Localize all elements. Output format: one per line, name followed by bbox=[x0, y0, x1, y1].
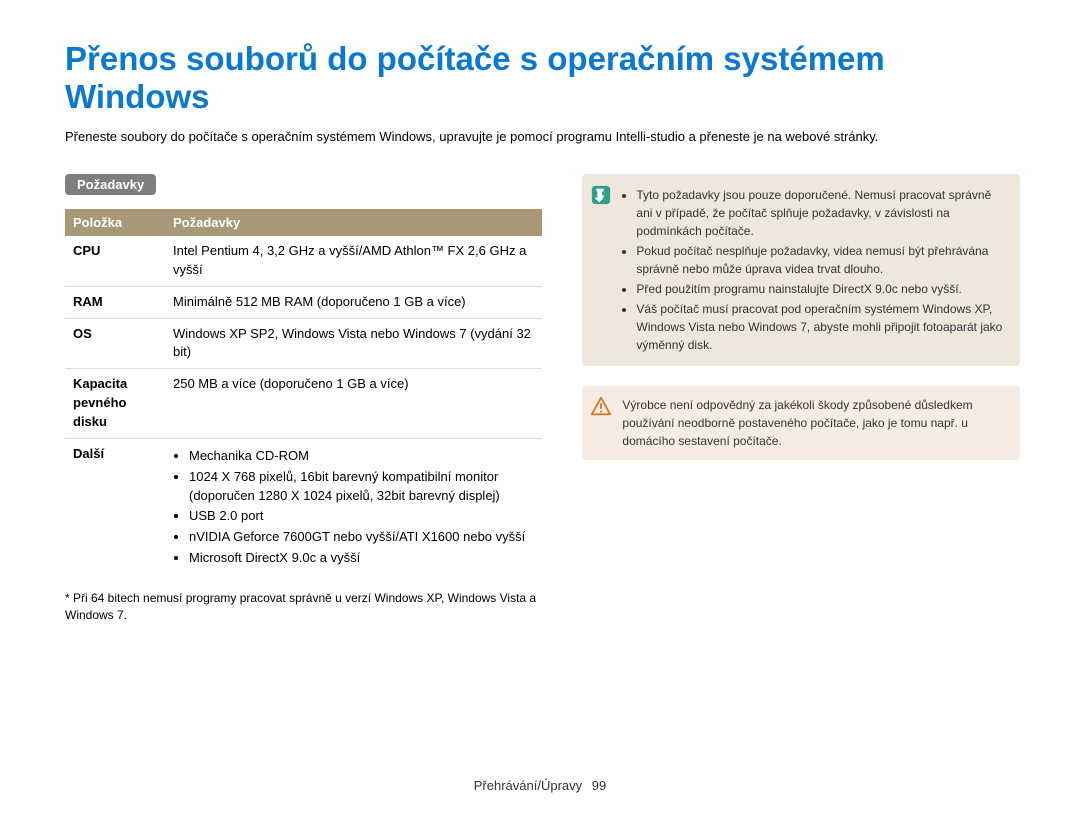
intro-text: Přeneste soubory do počítače s operačním… bbox=[65, 128, 1020, 146]
other-list: Mechanika CD-ROM 1024 X 768 pixelů, 16bi… bbox=[173, 447, 534, 568]
right-column: Tyto požadavky jsou pouze doporučené. Ne… bbox=[582, 174, 1020, 480]
list-item: Microsoft DirectX 9.0c a vyšší bbox=[189, 549, 534, 568]
list-item: Tyto požadavky jsou pouze doporučené. Ne… bbox=[636, 186, 1006, 240]
row-key: Další bbox=[65, 438, 165, 576]
content-columns: Požadavky Položka Požadavky CPU Intel Pe… bbox=[65, 174, 1020, 623]
table-row: RAM Minimálně 512 MB RAM (doporučeno 1 G… bbox=[65, 286, 542, 318]
list-item: Pokud počítač nesplňuje požadavky, videa… bbox=[636, 242, 1006, 278]
table-row: CPU Intel Pentium 4, 3,2 GHz a vyšší/AMD… bbox=[65, 236, 542, 286]
left-column: Požadavky Položka Požadavky CPU Intel Pe… bbox=[65, 174, 542, 623]
row-val: Windows XP SP2, Windows Vista nebo Windo… bbox=[165, 318, 542, 369]
row-val: Minimálně 512 MB RAM (doporučeno 1 GB a … bbox=[165, 286, 542, 318]
footnote: * Při 64 bitech nemusí programy pracovat… bbox=[65, 590, 542, 624]
page-title: Přenos souborů do počítače s operačním s… bbox=[65, 40, 1020, 116]
list-item: nVIDIA Geforce 7600GT nebo vyšší/ATI X16… bbox=[189, 528, 534, 547]
row-key: Kapacita pevného disku bbox=[65, 369, 165, 439]
list-item: Váš počítač musí pracovat pod operačním … bbox=[636, 300, 1006, 354]
warning-note-box: Výrobce není odpovědný za jakékoli škody… bbox=[582, 386, 1020, 460]
list-item: 1024 X 768 pixelů, 16bit barevný kompati… bbox=[189, 468, 534, 506]
table-row: Kapacita pevného disku 250 MB a více (do… bbox=[65, 369, 542, 439]
row-val: Intel Pentium 4, 3,2 GHz a vyšší/AMD Ath… bbox=[165, 236, 542, 286]
info-list: Tyto požadavky jsou pouze doporučené. Ne… bbox=[622, 186, 1006, 354]
header-req: Požadavky bbox=[165, 209, 542, 236]
list-item: Mechanika CD-ROM bbox=[189, 447, 534, 466]
page: Přenos souborů do počítače s operačním s… bbox=[0, 0, 1080, 815]
warning-icon bbox=[590, 396, 612, 418]
row-val: Mechanika CD-ROM 1024 X 768 pixelů, 16bi… bbox=[165, 438, 542, 576]
table-row: OS Windows XP SP2, Windows Vista nebo Wi… bbox=[65, 318, 542, 369]
header-item: Položka bbox=[65, 209, 165, 236]
row-key: RAM bbox=[65, 286, 165, 318]
section-label: Požadavky bbox=[65, 174, 156, 195]
page-footer: Přehrávání/Úpravy 99 bbox=[0, 778, 1080, 793]
list-item: USB 2.0 port bbox=[189, 507, 534, 526]
requirements-table: Položka Požadavky CPU Intel Pentium 4, 3… bbox=[65, 209, 542, 576]
row-key: OS bbox=[65, 318, 165, 369]
page-number: 99 bbox=[592, 778, 606, 793]
warning-text: Výrobce není odpovědný za jakékoli škody… bbox=[622, 396, 1006, 450]
breadcrumb: Přehrávání/Úpravy bbox=[474, 778, 582, 793]
info-note-box: Tyto požadavky jsou pouze doporučené. Ne… bbox=[582, 174, 1020, 366]
row-val: 250 MB a více (doporučeno 1 GB a více) bbox=[165, 369, 542, 439]
row-key: CPU bbox=[65, 236, 165, 286]
info-icon bbox=[590, 184, 612, 206]
list-item: Před použitím programu nainstalujte Dire… bbox=[636, 280, 1006, 298]
table-row: Další Mechanika CD-ROM 1024 X 768 pixelů… bbox=[65, 438, 542, 576]
